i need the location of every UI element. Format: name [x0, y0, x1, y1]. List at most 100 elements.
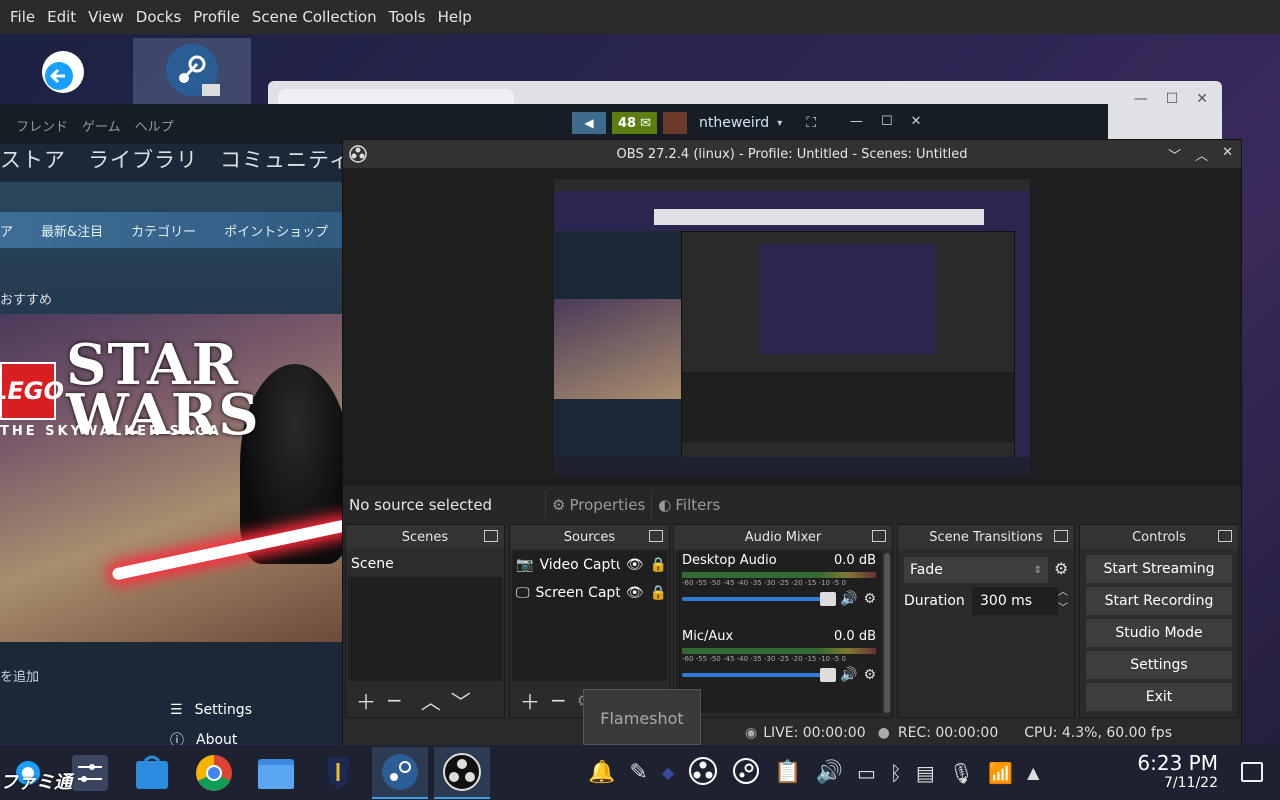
studio-mode-button[interactable]: Studio Mode [1086, 619, 1232, 647]
file-manager-icon[interactable] [248, 747, 304, 799]
steam-nav-library[interactable]: ライブラリ [88, 144, 198, 182]
chevron-down-icon[interactable]: ▾ [777, 118, 782, 129]
chevron-down-icon[interactable]: ﹀ [1058, 599, 1068, 614]
desktop-return-icon[interactable] [4, 38, 122, 106]
battery-icon[interactable]: ▭ [857, 761, 876, 785]
duration-input[interactable]: 300 ms [972, 587, 1058, 615]
undock-icon[interactable] [1054, 530, 1068, 542]
menu-view[interactable]: View [82, 8, 130, 26]
add-icon[interactable]: ＋ [520, 686, 540, 715]
store-tab-points[interactable]: ポイントショップ [224, 221, 328, 240]
settings-button[interactable]: Settings [1086, 651, 1232, 679]
lock-icon[interactable]: 🔒 [650, 585, 667, 601]
volume-slider[interactable] [682, 592, 836, 606]
add-icon[interactable]: ＋ [356, 686, 376, 715]
maximize-icon[interactable]: ☐ [881, 114, 893, 129]
clock[interactable]: 6:23 PM 7/11/22 [1136, 751, 1218, 791]
obs-tray-icon[interactable] [688, 756, 718, 790]
minimize-icon[interactable]: ﹀ [1168, 145, 1181, 164]
broadcast-icon[interactable]: ◀ [572, 112, 606, 134]
add-game-link[interactable]: を追加 [0, 666, 39, 685]
eye-icon[interactable]: 👁 [626, 585, 644, 601]
volume-icon[interactable]: 🔊 [816, 760, 843, 785]
close-icon[interactable]: ✕ [1196, 91, 1208, 107]
microphone-icon[interactable]: 🎙 [949, 761, 974, 785]
tray-expand-icon[interactable]: ▲ [1027, 763, 1039, 782]
menu-tools[interactable]: Tools [383, 8, 432, 26]
wifi-icon[interactable]: 📶 [988, 761, 1013, 785]
undock-icon[interactable] [1218, 530, 1232, 542]
mixer-scrollbar[interactable] [884, 553, 890, 713]
steam-menu-help[interactable]: ヘルプ [135, 116, 174, 135]
gear-icon[interactable]: ⚙ [863, 591, 876, 607]
menu-edit[interactable]: Edit [41, 8, 82, 26]
steam-tray-icon[interactable] [732, 757, 760, 789]
chrome-icon[interactable] [186, 747, 242, 799]
close-icon[interactable]: ✕ [1222, 145, 1233, 164]
lock-icon[interactable]: 🔒 [650, 557, 667, 573]
menu-help[interactable]: Help [432, 8, 478, 26]
source-item[interactable]: 📷 Video Captu 👁 🔒 [512, 551, 667, 579]
exit-button[interactable]: Exit [1086, 683, 1232, 711]
remove-icon[interactable]: − [386, 688, 403, 712]
store-tab-categories[interactable]: カテゴリー [131, 221, 196, 240]
menu-item-settings[interactable]: ☰ Settings [170, 702, 252, 718]
bluetooth-icon[interactable]: ᛒ [890, 761, 902, 785]
show-desktop-icon[interactable] [1241, 762, 1263, 782]
undock-icon[interactable] [484, 530, 498, 542]
minimize-icon[interactable]: — [850, 114, 863, 129]
steam-menu-games[interactable]: ゲーム [82, 116, 121, 135]
undock-icon[interactable] [649, 530, 663, 542]
start-streaming-button[interactable]: Start Streaming [1086, 555, 1232, 583]
volume-slider[interactable] [682, 668, 836, 682]
featured-game-banner[interactable]: LEGO STARWARS THE SKYWALKER SAGA [0, 314, 345, 642]
start-recording-button[interactable]: Start Recording [1086, 587, 1232, 615]
menu-profile[interactable]: Profile [187, 8, 246, 26]
eye-icon[interactable]: 👁 [626, 557, 644, 573]
steam-nav-community[interactable]: コミュニティ [220, 144, 351, 182]
scene-item[interactable]: Scene [348, 551, 502, 577]
store-tab-partial[interactable]: ア [0, 221, 13, 240]
chevron-down-icon[interactable]: ﹀ [451, 686, 471, 715]
transition-select[interactable]: Fade ⇕ [904, 557, 1048, 583]
flameshot-icon[interactable]: ✎ [629, 760, 647, 785]
obs-taskbar-icon[interactable] [434, 746, 490, 799]
store-tab-new[interactable]: 最新&注目 [41, 221, 103, 240]
discord-icon[interactable]: ◆ [662, 763, 674, 782]
notifications-icon[interactable]: 🔔 [588, 760, 615, 785]
menu-docks[interactable]: Docks [130, 8, 187, 26]
obs-window[interactable]: OBS 27.2.4 (linux) - Profile: Untitled -… [342, 139, 1242, 747]
steam-menu-friends[interactable]: フレンド [16, 116, 68, 135]
close-icon[interactable]: ✕ [911, 114, 922, 129]
chevron-up-icon[interactable]: ︿ [1058, 583, 1068, 598]
menu-file[interactable]: File [4, 8, 41, 26]
desktop-steam-icon[interactable] [133, 38, 251, 106]
big-picture-icon[interactable]: ⛶ [806, 115, 816, 131]
gear-icon[interactable]: ⚙ [1054, 559, 1068, 578]
remove-icon[interactable]: − [550, 688, 567, 712]
messages-count-badge[interactable]: 48 ✉ [612, 112, 657, 134]
speaker-icon[interactable]: 🔊 [840, 591, 857, 607]
steam-username[interactable]: ntheweird [699, 115, 769, 131]
avatar[interactable] [663, 112, 687, 134]
maximize-icon[interactable]: ☐ [1166, 91, 1179, 107]
filters-button[interactable]: ◐ Filters [651, 491, 726, 519]
sd-card-icon[interactable]: ▤ [916, 761, 935, 785]
slider-handle[interactable] [820, 592, 836, 606]
preview-area[interactable] [343, 168, 1241, 486]
source-item[interactable]: 🖵 Screen Captu 👁 🔒 [512, 579, 667, 607]
slider-handle[interactable] [820, 668, 836, 682]
undock-icon[interactable] [872, 530, 886, 542]
speaker-icon[interactable]: 🔊 [840, 667, 857, 683]
maximize-icon[interactable]: ︿ [1195, 145, 1208, 164]
heroic-launcher-icon[interactable] [310, 747, 366, 799]
properties-button[interactable]: ⚙ Properties [545, 491, 651, 519]
steam-nav-store[interactable]: ストア [0, 144, 66, 182]
preview-canvas[interactable] [554, 179, 1030, 476]
steam-taskbar-icon[interactable] [372, 746, 428, 799]
gear-icon[interactable]: ⚙ [863, 667, 876, 683]
clipboard-icon[interactable]: 📋 [774, 760, 801, 785]
minimize-icon[interactable]: — [1134, 91, 1148, 107]
menu-scene-collection[interactable]: Scene Collection [246, 8, 383, 26]
chevron-up-icon[interactable]: ︿ [421, 686, 441, 715]
